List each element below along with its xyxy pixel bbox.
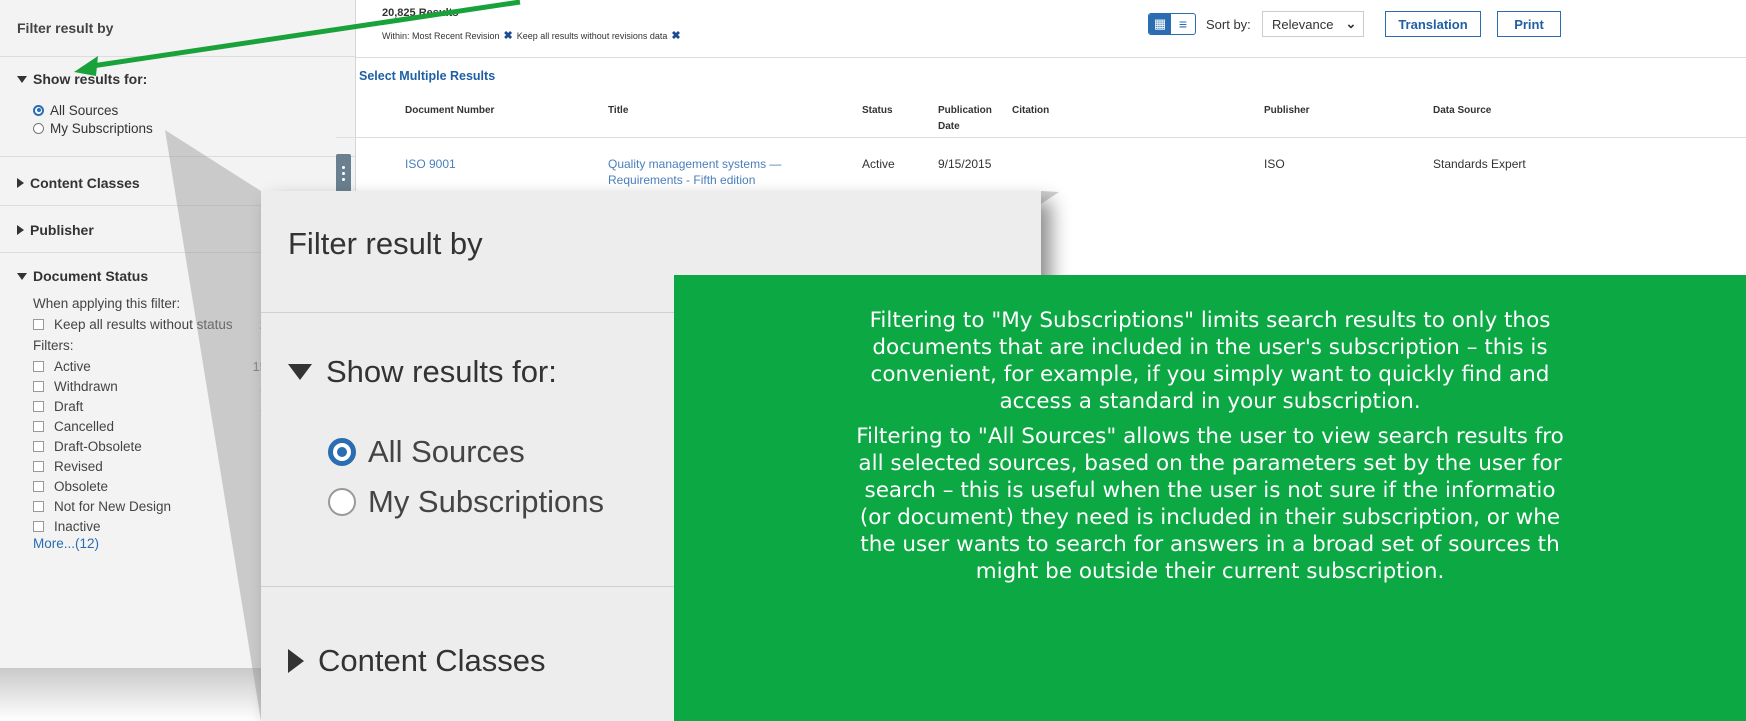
callout-line: access a standard in your subscription. bbox=[999, 389, 1421, 414]
callout-paragraph-subscriptions: Filtering to "My Subscriptions" limits s… bbox=[674, 307, 1746, 415]
zoom-show-results[interactable]: Show results for: bbox=[288, 354, 557, 390]
zoom-label-my-subscriptions: My Subscriptions bbox=[368, 484, 605, 519]
callout-line: convenient, for example, if you simply w… bbox=[870, 362, 1550, 387]
callout-line: all selected sources, based on the param… bbox=[858, 451, 1562, 476]
callout-line: Filtering to "My Subscriptions" limits s… bbox=[869, 308, 1551, 333]
zoom-content-classes-title: Content Classes bbox=[318, 643, 546, 678]
callout-line: the user wants to search for answers in … bbox=[860, 532, 1560, 557]
zoom-header: Filter result by bbox=[288, 226, 483, 261]
caret-right-icon bbox=[288, 649, 304, 673]
radio-selected-icon bbox=[328, 438, 356, 466]
zoom-show-results-title: Show results for: bbox=[326, 354, 557, 389]
radio-unselected-icon bbox=[328, 488, 356, 516]
zoom-label-all-sources: All Sources bbox=[368, 434, 525, 469]
callout-line: search – this is useful when the user is… bbox=[864, 478, 1556, 503]
callout-paragraph-all-sources: Filtering to "All Sources" allows the us… bbox=[674, 423, 1746, 585]
pointer-arrow-line bbox=[91, 0, 521, 69]
arrow-head-icon bbox=[74, 56, 98, 76]
zoom-content-classes[interactable]: Content Classes bbox=[288, 643, 545, 679]
explanation-callout: Filtering to "My Subscriptions" limits s… bbox=[674, 275, 1746, 721]
zoom-radio-my-subscriptions[interactable]: My Subscriptions bbox=[328, 484, 604, 520]
callout-line: Filtering to "All Sources" allows the us… bbox=[856, 424, 1564, 449]
callout-line: documents that are included in the user'… bbox=[872, 335, 1548, 360]
caret-down-icon bbox=[288, 364, 312, 380]
callout-line: might be outside their current subscript… bbox=[975, 559, 1445, 584]
callout-line: (or document) they need is included in t… bbox=[859, 505, 1561, 530]
zoom-radio-all-sources[interactable]: All Sources bbox=[328, 434, 525, 470]
